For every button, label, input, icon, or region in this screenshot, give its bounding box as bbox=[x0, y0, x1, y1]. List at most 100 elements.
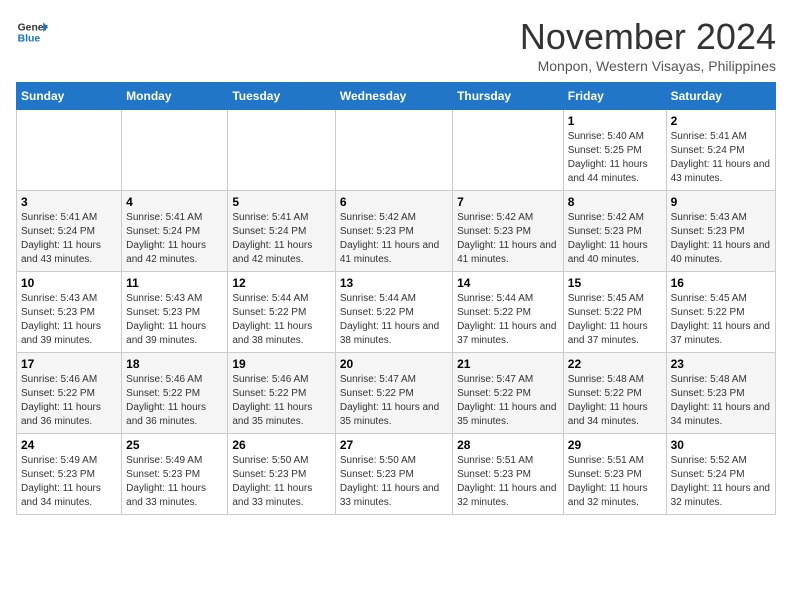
day-info: Sunrise: 5:46 AMSunset: 5:22 PMDaylight:… bbox=[232, 373, 330, 429]
weekday-header-sunday: Sunday bbox=[17, 83, 122, 110]
day-cell: 30 Sunrise: 5:52 AMSunset: 5:24 PMDayligh… bbox=[666, 434, 775, 515]
day-info: Sunrise: 5:48 AMSunset: 5:23 PMDaylight:… bbox=[671, 373, 771, 429]
day-info: Sunrise: 5:41 AMSunset: 5:24 PMDaylight:… bbox=[232, 211, 330, 267]
week-row-0: 1 Sunrise: 5:40 AMSunset: 5:25 PMDaylight… bbox=[17, 110, 776, 191]
day-info: Sunrise: 5:49 AMSunset: 5:23 PMDaylight:… bbox=[126, 454, 223, 510]
day-number: 8 bbox=[568, 195, 662, 209]
day-info: Sunrise: 5:48 AMSunset: 5:22 PMDaylight:… bbox=[568, 373, 662, 429]
day-number: 13 bbox=[340, 276, 448, 290]
day-cell: 3 Sunrise: 5:41 AMSunset: 5:24 PMDaylight… bbox=[17, 191, 122, 272]
day-info: Sunrise: 5:45 AMSunset: 5:22 PMDaylight:… bbox=[568, 292, 662, 348]
day-number: 15 bbox=[568, 276, 662, 290]
day-info: Sunrise: 5:52 AMSunset: 5:24 PMDaylight:… bbox=[671, 454, 771, 510]
day-number: 9 bbox=[671, 195, 771, 209]
day-number: 22 bbox=[568, 357, 662, 371]
day-number: 6 bbox=[340, 195, 448, 209]
day-cell: 9 Sunrise: 5:43 AMSunset: 5:23 PMDaylight… bbox=[666, 191, 775, 272]
day-cell: 26Sunrise: 5:50 AMSunset: 5:23 PMDayligh… bbox=[228, 434, 335, 515]
day-number: 14 bbox=[457, 276, 559, 290]
day-number: 2 bbox=[671, 114, 771, 128]
weekday-header-monday: Monday bbox=[122, 83, 228, 110]
day-cell: 25 Sunrise: 5:49 AMSunset: 5:23 PMDayligh… bbox=[122, 434, 228, 515]
day-number: 17 bbox=[21, 357, 117, 371]
day-cell: 16Sunrise: 5:45 AMSunset: 5:22 PMDayligh… bbox=[666, 272, 775, 353]
day-cell bbox=[335, 110, 452, 191]
day-cell: 23 Sunrise: 5:48 AMSunset: 5:23 PMDayligh… bbox=[666, 353, 775, 434]
day-info: Sunrise: 5:45 AMSunset: 5:22 PMDaylight:… bbox=[671, 292, 771, 348]
day-cell bbox=[453, 110, 564, 191]
day-cell: 27Sunrise: 5:50 AMSunset: 5:23 PMDayligh… bbox=[335, 434, 452, 515]
day-info: Sunrise: 5:43 AMSunset: 5:23 PMDaylight:… bbox=[126, 292, 223, 348]
week-row-1: 3 Sunrise: 5:41 AMSunset: 5:24 PMDaylight… bbox=[17, 191, 776, 272]
weekday-header-tuesday: Tuesday bbox=[228, 83, 335, 110]
weekday-header-friday: Friday bbox=[563, 83, 666, 110]
week-row-2: 10 Sunrise: 5:43 AMSunset: 5:23 PMDayligh… bbox=[17, 272, 776, 353]
day-cell: 15 Sunrise: 5:45 AMSunset: 5:22 PMDayligh… bbox=[563, 272, 666, 353]
day-number: 21 bbox=[457, 357, 559, 371]
day-number: 5 bbox=[232, 195, 330, 209]
day-info: Sunrise: 5:40 AMSunset: 5:25 PMDaylight:… bbox=[568, 130, 662, 186]
day-info: Sunrise: 5:50 AMSunset: 5:23 PMDaylight:… bbox=[340, 454, 448, 510]
day-info: Sunrise: 5:51 AMSunset: 5:23 PMDaylight:… bbox=[568, 454, 662, 510]
day-cell: 10 Sunrise: 5:43 AMSunset: 5:23 PMDayligh… bbox=[17, 272, 122, 353]
day-cell: 19Sunrise: 5:46 AMSunset: 5:22 PMDayligh… bbox=[228, 353, 335, 434]
day-cell: 20 Sunrise: 5:47 AMSunset: 5:22 PMDayligh… bbox=[335, 353, 452, 434]
weekday-header-row: SundayMondayTuesdayWednesdayThursdayFrid… bbox=[17, 83, 776, 110]
logo-icon: General Blue bbox=[16, 16, 48, 48]
calendar-table: SundayMondayTuesdayWednesdayThursdayFrid… bbox=[16, 82, 776, 515]
day-cell bbox=[17, 110, 122, 191]
day-number: 30 bbox=[671, 438, 771, 452]
day-number: 3 bbox=[21, 195, 117, 209]
day-number: 25 bbox=[126, 438, 223, 452]
day-cell bbox=[228, 110, 335, 191]
day-cell: 13 Sunrise: 5:44 AMSunset: 5:22 PMDayligh… bbox=[335, 272, 452, 353]
day-info: Sunrise: 5:44 AMSunset: 5:22 PMDaylight:… bbox=[340, 292, 448, 348]
svg-text:Blue: Blue bbox=[18, 34, 41, 45]
day-number: 11 bbox=[126, 276, 223, 290]
day-info: Sunrise: 5:44 AMSunset: 5:22 PMDaylight:… bbox=[457, 292, 559, 348]
day-info: Sunrise: 5:50 AMSunset: 5:23 PMDaylight:… bbox=[232, 454, 330, 510]
day-number: 28 bbox=[457, 438, 559, 452]
day-info: Sunrise: 5:47 AMSunset: 5:22 PMDaylight:… bbox=[457, 373, 559, 429]
day-info: Sunrise: 5:42 AMSunset: 5:23 PMDaylight:… bbox=[340, 211, 448, 267]
day-number: 23 bbox=[671, 357, 771, 371]
day-cell: 5 Sunrise: 5:41 AMSunset: 5:24 PMDaylight… bbox=[228, 191, 335, 272]
day-cell: 2 Sunrise: 5:41 AMSunset: 5:24 PMDaylight… bbox=[666, 110, 775, 191]
day-cell: 28 Sunrise: 5:51 AMSunset: 5:23 PMDayligh… bbox=[453, 434, 564, 515]
day-info: Sunrise: 5:49 AMSunset: 5:23 PMDaylight:… bbox=[21, 454, 117, 510]
day-number: 18 bbox=[126, 357, 223, 371]
day-cell bbox=[122, 110, 228, 191]
day-cell: 12Sunrise: 5:44 AMSunset: 5:22 PMDayligh… bbox=[228, 272, 335, 353]
title-section: November 2024 Monpon, Western Visayas, P… bbox=[520, 16, 776, 74]
weekday-header-saturday: Saturday bbox=[666, 83, 775, 110]
day-info: Sunrise: 5:42 AMSunset: 5:23 PMDaylight:… bbox=[457, 211, 559, 267]
day-number: 10 bbox=[21, 276, 117, 290]
day-cell: 4Sunrise: 5:41 AMSunset: 5:24 PMDaylight… bbox=[122, 191, 228, 272]
day-cell: 17 Sunrise: 5:46 AMSunset: 5:22 PMDayligh… bbox=[17, 353, 122, 434]
day-info: Sunrise: 5:44 AMSunset: 5:22 PMDaylight:… bbox=[232, 292, 330, 348]
day-cell: 22 Sunrise: 5:48 AMSunset: 5:22 PMDayligh… bbox=[563, 353, 666, 434]
day-number: 1 bbox=[568, 114, 662, 128]
day-info: Sunrise: 5:43 AMSunset: 5:23 PMDaylight:… bbox=[21, 292, 117, 348]
day-info: Sunrise: 5:41 AMSunset: 5:24 PMDaylight:… bbox=[671, 130, 771, 186]
day-info: Sunrise: 5:42 AMSunset: 5:23 PMDaylight:… bbox=[568, 211, 662, 267]
day-info: Sunrise: 5:47 AMSunset: 5:22 PMDaylight:… bbox=[340, 373, 448, 429]
logo: General Blue bbox=[16, 16, 48, 48]
day-number: 7 bbox=[457, 195, 559, 209]
month-title: November 2024 bbox=[520, 16, 776, 58]
day-number: 24 bbox=[21, 438, 117, 452]
day-info: Sunrise: 5:41 AMSunset: 5:24 PMDaylight:… bbox=[126, 211, 223, 267]
day-number: 20 bbox=[340, 357, 448, 371]
day-cell: 24 Sunrise: 5:49 AMSunset: 5:23 PMDayligh… bbox=[17, 434, 122, 515]
weekday-header-wednesday: Wednesday bbox=[335, 83, 452, 110]
day-info: Sunrise: 5:46 AMSunset: 5:22 PMDaylight:… bbox=[21, 373, 117, 429]
day-info: Sunrise: 5:41 AMSunset: 5:24 PMDaylight:… bbox=[21, 211, 117, 267]
day-cell: 11 Sunrise: 5:43 AMSunset: 5:23 PMDayligh… bbox=[122, 272, 228, 353]
day-info: Sunrise: 5:43 AMSunset: 5:23 PMDaylight:… bbox=[671, 211, 771, 267]
day-cell: 18Sunrise: 5:46 AMSunset: 5:22 PMDayligh… bbox=[122, 353, 228, 434]
week-row-3: 17 Sunrise: 5:46 AMSunset: 5:22 PMDayligh… bbox=[17, 353, 776, 434]
day-cell: 14 Sunrise: 5:44 AMSunset: 5:22 PMDayligh… bbox=[453, 272, 564, 353]
day-cell: 29Sunrise: 5:51 AMSunset: 5:23 PMDayligh… bbox=[563, 434, 666, 515]
day-cell: 21 Sunrise: 5:47 AMSunset: 5:22 PMDayligh… bbox=[453, 353, 564, 434]
day-info: Sunrise: 5:51 AMSunset: 5:23 PMDaylight:… bbox=[457, 454, 559, 510]
